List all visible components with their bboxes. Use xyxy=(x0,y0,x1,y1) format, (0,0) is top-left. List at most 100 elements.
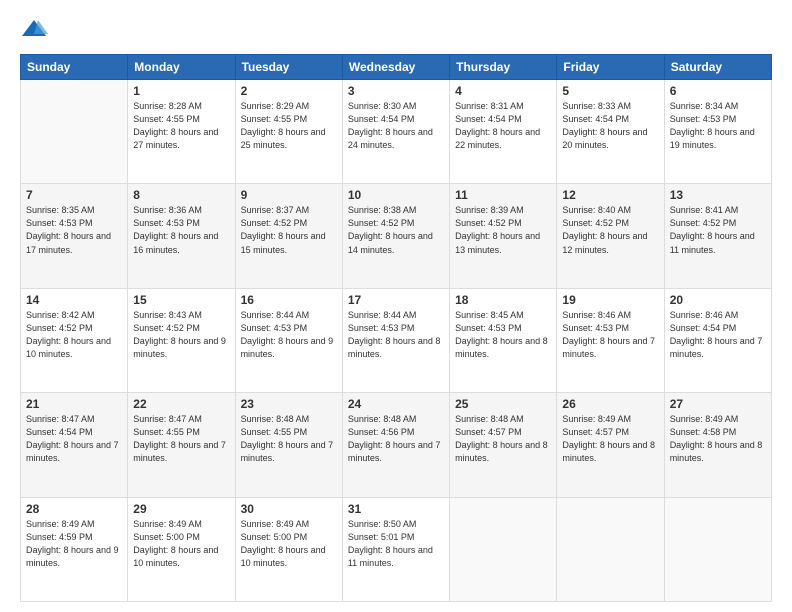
day-number: 15 xyxy=(133,293,229,307)
day-info: Sunrise: 8:29 AMSunset: 4:55 PMDaylight:… xyxy=(241,101,326,150)
calendar-day-cell: 16 Sunrise: 8:44 AMSunset: 4:53 PMDaylig… xyxy=(235,288,342,392)
calendar-day-cell: 19 Sunrise: 8:46 AMSunset: 4:53 PMDaylig… xyxy=(557,288,664,392)
day-number: 3 xyxy=(348,84,444,98)
calendar-day-cell: 24 Sunrise: 8:48 AMSunset: 4:56 PMDaylig… xyxy=(342,393,449,497)
day-number: 31 xyxy=(348,502,444,516)
calendar-day-cell: 11 Sunrise: 8:39 AMSunset: 4:52 PMDaylig… xyxy=(450,184,557,288)
calendar-week-row: 1 Sunrise: 8:28 AMSunset: 4:55 PMDayligh… xyxy=(21,80,772,184)
day-number: 8 xyxy=(133,188,229,202)
calendar-day-cell: 3 Sunrise: 8:30 AMSunset: 4:54 PMDayligh… xyxy=(342,80,449,184)
day-number: 22 xyxy=(133,397,229,411)
day-number: 19 xyxy=(562,293,658,307)
calendar-day-cell: 8 Sunrise: 8:36 AMSunset: 4:53 PMDayligh… xyxy=(128,184,235,288)
day-info: Sunrise: 8:49 AMSunset: 4:58 PMDaylight:… xyxy=(670,414,763,463)
day-info: Sunrise: 8:39 AMSunset: 4:52 PMDaylight:… xyxy=(455,205,540,254)
day-number: 5 xyxy=(562,84,658,98)
day-info: Sunrise: 8:31 AMSunset: 4:54 PMDaylight:… xyxy=(455,101,540,150)
day-number: 1 xyxy=(133,84,229,98)
day-number: 25 xyxy=(455,397,551,411)
day-info: Sunrise: 8:37 AMSunset: 4:52 PMDaylight:… xyxy=(241,205,326,254)
day-number: 9 xyxy=(241,188,337,202)
calendar-day-cell: 10 Sunrise: 8:38 AMSunset: 4:52 PMDaylig… xyxy=(342,184,449,288)
day-number: 30 xyxy=(241,502,337,516)
calendar-day-cell: 13 Sunrise: 8:41 AMSunset: 4:52 PMDaylig… xyxy=(664,184,771,288)
day-number: 17 xyxy=(348,293,444,307)
logo-icon xyxy=(20,16,48,44)
day-number: 24 xyxy=(348,397,444,411)
calendar-header-monday: Monday xyxy=(128,55,235,80)
day-info: Sunrise: 8:49 AMSunset: 5:00 PMDaylight:… xyxy=(241,519,326,568)
day-info: Sunrise: 8:48 AMSunset: 4:57 PMDaylight:… xyxy=(455,414,548,463)
calendar-day-cell: 7 Sunrise: 8:35 AMSunset: 4:53 PMDayligh… xyxy=(21,184,128,288)
day-number: 12 xyxy=(562,188,658,202)
day-info: Sunrise: 8:36 AMSunset: 4:53 PMDaylight:… xyxy=(133,205,218,254)
day-number: 21 xyxy=(26,397,122,411)
day-number: 27 xyxy=(670,397,766,411)
calendar-day-cell xyxy=(557,497,664,601)
day-number: 6 xyxy=(670,84,766,98)
calendar-header-friday: Friday xyxy=(557,55,664,80)
calendar-day-cell: 28 Sunrise: 8:49 AMSunset: 4:59 PMDaylig… xyxy=(21,497,128,601)
day-info: Sunrise: 8:42 AMSunset: 4:52 PMDaylight:… xyxy=(26,310,111,359)
calendar-week-row: 14 Sunrise: 8:42 AMSunset: 4:52 PMDaylig… xyxy=(21,288,772,392)
calendar-header-thursday: Thursday xyxy=(450,55,557,80)
day-info: Sunrise: 8:49 AMSunset: 5:00 PMDaylight:… xyxy=(133,519,218,568)
day-info: Sunrise: 8:40 AMSunset: 4:52 PMDaylight:… xyxy=(562,205,647,254)
day-number: 28 xyxy=(26,502,122,516)
day-info: Sunrise: 8:48 AMSunset: 4:56 PMDaylight:… xyxy=(348,414,441,463)
day-number: 2 xyxy=(241,84,337,98)
calendar-day-cell: 20 Sunrise: 8:46 AMSunset: 4:54 PMDaylig… xyxy=(664,288,771,392)
day-number: 20 xyxy=(670,293,766,307)
day-info: Sunrise: 8:48 AMSunset: 4:55 PMDaylight:… xyxy=(241,414,334,463)
calendar-day-cell: 30 Sunrise: 8:49 AMSunset: 5:00 PMDaylig… xyxy=(235,497,342,601)
day-number: 13 xyxy=(670,188,766,202)
day-info: Sunrise: 8:46 AMSunset: 4:53 PMDaylight:… xyxy=(562,310,655,359)
calendar-day-cell: 27 Sunrise: 8:49 AMSunset: 4:58 PMDaylig… xyxy=(664,393,771,497)
calendar-day-cell: 12 Sunrise: 8:40 AMSunset: 4:52 PMDaylig… xyxy=(557,184,664,288)
day-info: Sunrise: 8:33 AMSunset: 4:54 PMDaylight:… xyxy=(562,101,647,150)
day-info: Sunrise: 8:45 AMSunset: 4:53 PMDaylight:… xyxy=(455,310,548,359)
calendar-day-cell xyxy=(664,497,771,601)
day-number: 29 xyxy=(133,502,229,516)
calendar-day-cell: 31 Sunrise: 8:50 AMSunset: 5:01 PMDaylig… xyxy=(342,497,449,601)
day-number: 7 xyxy=(26,188,122,202)
day-info: Sunrise: 8:30 AMSunset: 4:54 PMDaylight:… xyxy=(348,101,433,150)
calendar-day-cell: 9 Sunrise: 8:37 AMSunset: 4:52 PMDayligh… xyxy=(235,184,342,288)
day-info: Sunrise: 8:49 AMSunset: 4:57 PMDaylight:… xyxy=(562,414,655,463)
header xyxy=(20,16,772,44)
day-info: Sunrise: 8:47 AMSunset: 4:55 PMDaylight:… xyxy=(133,414,226,463)
day-info: Sunrise: 8:41 AMSunset: 4:52 PMDaylight:… xyxy=(670,205,755,254)
logo xyxy=(20,16,52,44)
day-number: 23 xyxy=(241,397,337,411)
calendar-header-row: SundayMondayTuesdayWednesdayThursdayFrid… xyxy=(21,55,772,80)
day-info: Sunrise: 8:28 AMSunset: 4:55 PMDaylight:… xyxy=(133,101,218,150)
day-info: Sunrise: 8:49 AMSunset: 4:59 PMDaylight:… xyxy=(26,519,119,568)
day-number: 4 xyxy=(455,84,551,98)
day-info: Sunrise: 8:50 AMSunset: 5:01 PMDaylight:… xyxy=(348,519,433,568)
calendar-day-cell: 25 Sunrise: 8:48 AMSunset: 4:57 PMDaylig… xyxy=(450,393,557,497)
day-number: 10 xyxy=(348,188,444,202)
calendar-day-cell: 21 Sunrise: 8:47 AMSunset: 4:54 PMDaylig… xyxy=(21,393,128,497)
day-number: 26 xyxy=(562,397,658,411)
calendar-day-cell xyxy=(21,80,128,184)
calendar-day-cell: 1 Sunrise: 8:28 AMSunset: 4:55 PMDayligh… xyxy=(128,80,235,184)
day-info: Sunrise: 8:35 AMSunset: 4:53 PMDaylight:… xyxy=(26,205,111,254)
calendar-day-cell: 26 Sunrise: 8:49 AMSunset: 4:57 PMDaylig… xyxy=(557,393,664,497)
calendar-day-cell: 5 Sunrise: 8:33 AMSunset: 4:54 PMDayligh… xyxy=(557,80,664,184)
calendar-week-row: 7 Sunrise: 8:35 AMSunset: 4:53 PMDayligh… xyxy=(21,184,772,288)
calendar-day-cell: 29 Sunrise: 8:49 AMSunset: 5:00 PMDaylig… xyxy=(128,497,235,601)
day-number: 18 xyxy=(455,293,551,307)
day-info: Sunrise: 8:44 AMSunset: 4:53 PMDaylight:… xyxy=(241,310,334,359)
calendar-day-cell: 18 Sunrise: 8:45 AMSunset: 4:53 PMDaylig… xyxy=(450,288,557,392)
day-info: Sunrise: 8:34 AMSunset: 4:53 PMDaylight:… xyxy=(670,101,755,150)
calendar-day-cell xyxy=(450,497,557,601)
calendar-day-cell: 2 Sunrise: 8:29 AMSunset: 4:55 PMDayligh… xyxy=(235,80,342,184)
calendar-day-cell: 22 Sunrise: 8:47 AMSunset: 4:55 PMDaylig… xyxy=(128,393,235,497)
calendar-day-cell: 15 Sunrise: 8:43 AMSunset: 4:52 PMDaylig… xyxy=(128,288,235,392)
calendar-header-wednesday: Wednesday xyxy=(342,55,449,80)
calendar-day-cell: 6 Sunrise: 8:34 AMSunset: 4:53 PMDayligh… xyxy=(664,80,771,184)
calendar-day-cell: 23 Sunrise: 8:48 AMSunset: 4:55 PMDaylig… xyxy=(235,393,342,497)
calendar: SundayMondayTuesdayWednesdayThursdayFrid… xyxy=(20,54,772,602)
day-info: Sunrise: 8:38 AMSunset: 4:52 PMDaylight:… xyxy=(348,205,433,254)
page: SundayMondayTuesdayWednesdayThursdayFrid… xyxy=(0,0,792,612)
